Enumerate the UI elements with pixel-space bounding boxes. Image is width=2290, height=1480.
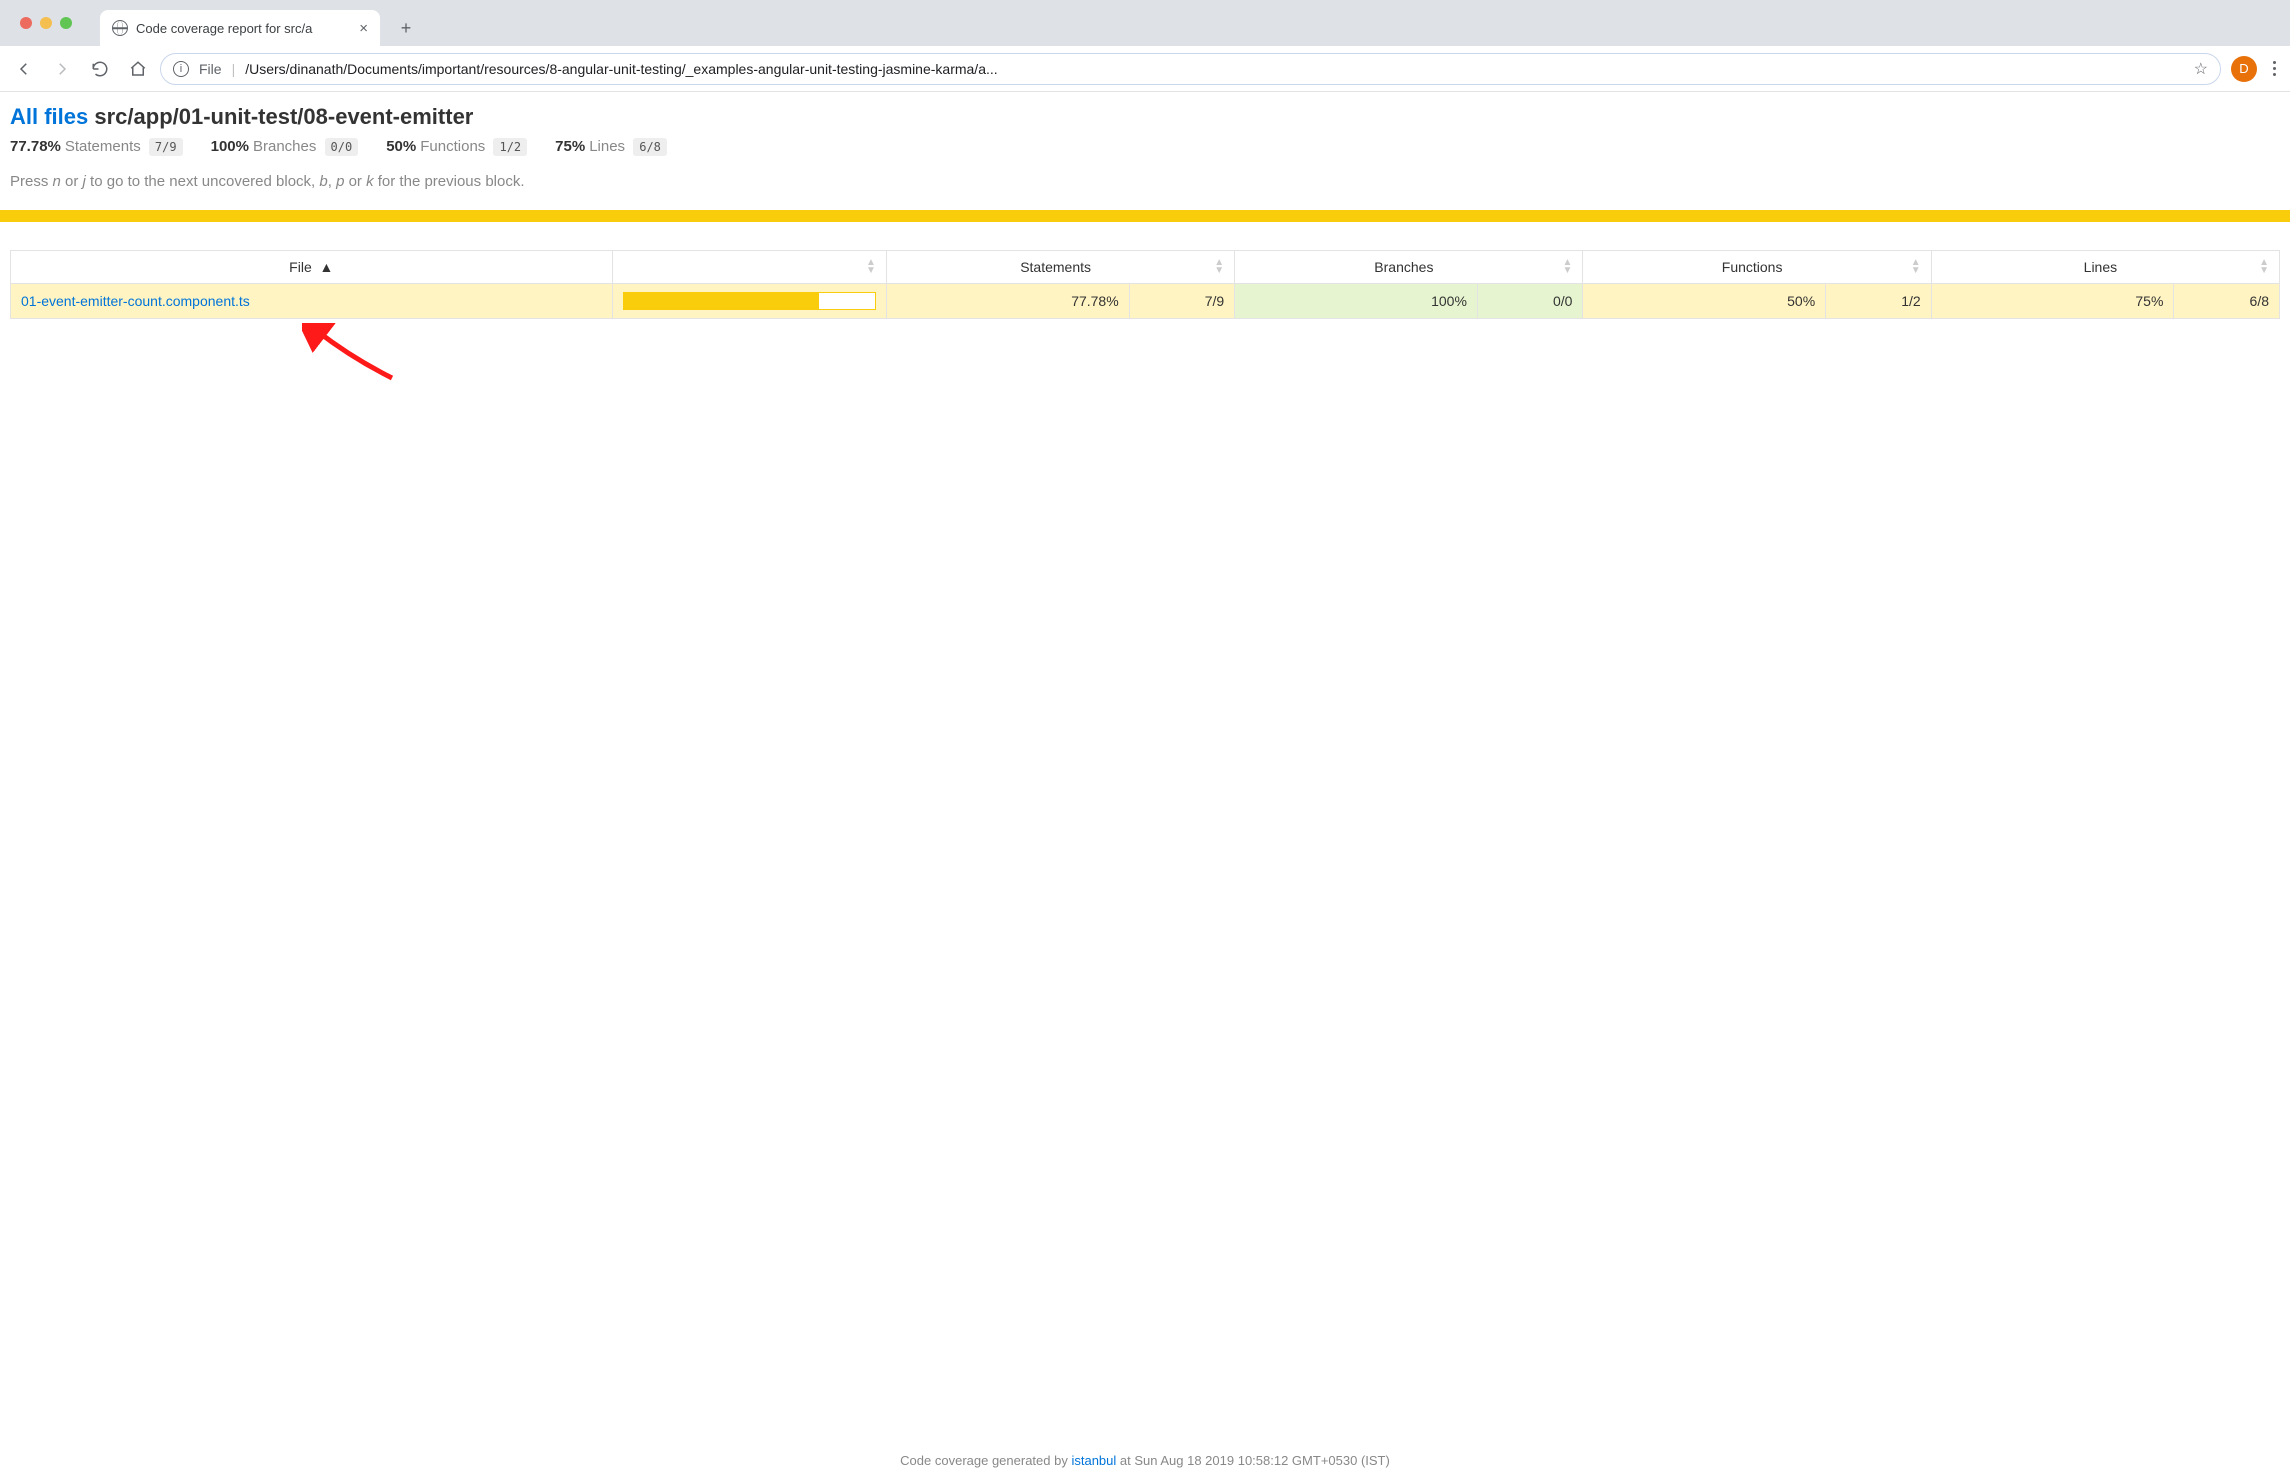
tab-close-icon[interactable]: × [359,20,368,37]
page-footer: Code coverage generated by istanbul at S… [0,1453,2290,1468]
window-zoom-icon[interactable] [60,17,72,29]
url-separator: | [232,61,236,77]
profile-avatar[interactable]: D [2231,56,2257,82]
globe-icon [112,20,128,36]
cell-branches-pct: 100% [1235,284,1478,319]
address-bar[interactable]: i File | /Users/dinanath/Documents/impor… [160,53,2221,85]
sort-icon: ▲▼ [2259,259,2269,275]
cell-file: 01-event-emitter-count.component.ts [11,284,613,319]
table-header-row: File ▲ ▲▼ Statements ▲▼ Branches ▲▼ [11,251,2280,284]
cell-functions-pct: 50% [1583,284,1826,319]
home-button[interactable] [122,53,154,85]
forward-button[interactable] [46,53,78,85]
col-functions[interactable]: Functions ▲▼ [1583,251,1931,284]
tab-title: Code coverage report for src/a [136,21,351,36]
summary-metrics: 77.78%Statements 7/9 100%Branches 0/0 50… [10,138,2280,155]
bookmark-icon[interactable]: ☆ [2194,59,2208,79]
metric-branches: 100%Branches 0/0 [211,138,359,155]
sort-asc-icon: ▲ [320,259,334,275]
cell-statements-pct: 77.78% [886,284,1129,319]
istanbul-link[interactable]: istanbul [1071,1453,1116,1468]
coverage-status-bar [0,210,2290,222]
cell-functions-frac: 1/2 [1826,284,1932,319]
url-scheme-label: File [199,61,222,77]
back-button[interactable] [8,53,40,85]
new-tab-button[interactable]: + [392,14,420,42]
col-lines[interactable]: Lines ▲▼ [1931,251,2279,284]
browser-toolbar: i File | /Users/dinanath/Documents/impor… [0,46,2290,92]
col-statements[interactable]: Statements ▲▼ [886,251,1234,284]
metric-functions: 50%Functions 1/2 [386,138,527,155]
sort-icon: ▲▼ [1214,259,1224,275]
page-title: All files src/app/01-unit-test/08-event-… [10,104,2280,130]
cell-statements-frac: 7/9 [1129,284,1235,319]
browser-menu-button[interactable] [2267,55,2282,82]
window-minimize-icon[interactable] [40,17,52,29]
table-row: 01-event-emitter-count.component.ts 77.78… [11,284,2280,319]
breadcrumb-all-files-link[interactable]: All files [10,104,88,129]
coverage-bar [623,292,876,310]
url-path: /Users/dinanath/Documents/important/reso… [245,61,2183,77]
sort-icon: ▲▼ [1563,259,1573,275]
metric-statements: 77.78%Statements 7/9 [10,138,183,155]
metric-lines: 75%Lines 6/8 [555,138,667,155]
cell-bar [612,284,886,319]
browser-tabstrip: Code coverage report for src/a × + [0,0,2290,46]
window-close-icon[interactable] [20,17,32,29]
reload-button[interactable] [84,53,116,85]
window-controls [10,0,82,46]
browser-tab[interactable]: Code coverage report for src/a × [100,10,380,46]
cell-branches-frac: 0/0 [1477,284,1583,319]
cell-lines-frac: 6/8 [2174,284,2280,319]
coverage-table: File ▲ ▲▼ Statements ▲▼ Branches ▲▼ [10,250,2280,319]
col-file[interactable]: File ▲ [11,251,613,284]
annotation-arrow-icon [302,323,402,383]
site-info-icon[interactable]: i [173,61,189,77]
keyboard-hint: Press n or j to go to the next uncovered… [10,173,2280,190]
file-link[interactable]: 01-event-emitter-count.component.ts [21,293,250,309]
breadcrumb-path-text: src/app/01-unit-test/08-event-emitter [94,104,473,129]
page-viewport: All files src/app/01-unit-test/08-event-… [0,92,2290,1480]
sort-icon: ▲▼ [1911,259,1921,275]
cell-lines-pct: 75% [1931,284,2174,319]
sort-icon: ▲▼ [866,259,876,275]
col-bar[interactable]: ▲▼ [612,251,886,284]
col-branches[interactable]: Branches ▲▼ [1235,251,1583,284]
